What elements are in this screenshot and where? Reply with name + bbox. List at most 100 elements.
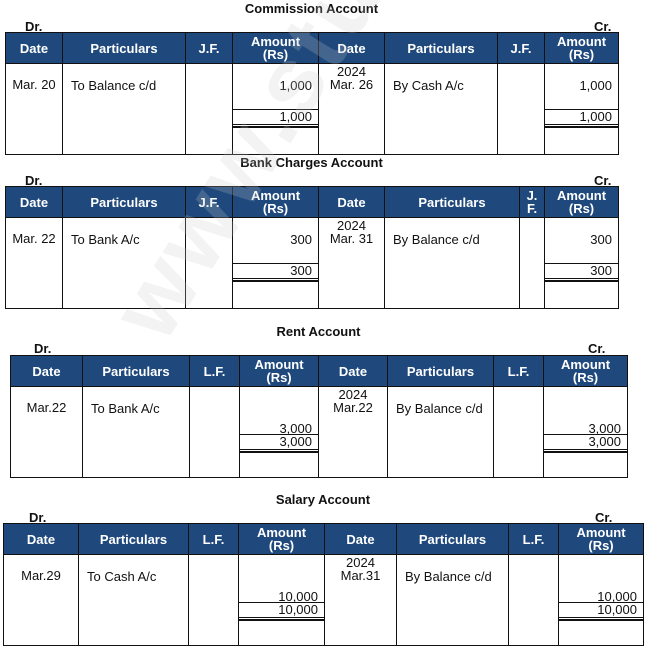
column-header: Date xyxy=(5,186,63,218)
credit-date-cell: 2024 Mar.31 xyxy=(324,554,397,646)
column-header: Particulars xyxy=(387,355,494,387)
debit-amount: 300 xyxy=(290,232,312,247)
entry-row: Mar. 22 To Bank A/c 300 300 2024 Mar. 31… xyxy=(5,217,619,309)
debit-date: Mar. 20 xyxy=(5,63,63,155)
debit-date: Mar.22 xyxy=(10,386,83,478)
column-header: Amount (Rs) xyxy=(238,523,325,555)
credit-particulars: By Balance c/d xyxy=(396,554,509,646)
credit-date-cell: 2024 Mar. 26 xyxy=(318,63,385,155)
column-header: L.F. xyxy=(493,355,544,387)
debit-date: Mar. 22 xyxy=(5,217,63,309)
column-header: Date xyxy=(5,32,63,64)
column-header: Date xyxy=(10,355,83,387)
column-header: Date xyxy=(318,186,385,218)
total-underline xyxy=(240,452,318,453)
credit-total: 3,000 xyxy=(544,434,627,452)
debit-folio xyxy=(188,554,239,646)
credit-date: Mar. 26 xyxy=(329,77,374,92)
column-header: Amount (Rs) xyxy=(232,186,319,218)
debit-amount-cell: 3,000 3,000 xyxy=(239,386,319,478)
credit-amount-cell: 300 300 xyxy=(544,217,619,309)
credit-date-cell: 2024 Mar. 31 xyxy=(318,217,385,309)
total-underline xyxy=(559,620,643,621)
header-row: Date Particulars J.F. Amount (Rs) Date Particu… xyxy=(5,32,619,64)
debit-amount-cell: 1,000 1,000 xyxy=(232,63,319,155)
column-header: Particulars xyxy=(78,523,189,555)
total-underline xyxy=(239,620,324,621)
column-header: L.F. xyxy=(189,355,240,387)
credit-label: Cr. xyxy=(588,341,606,356)
debit-total: 10,000 xyxy=(239,602,324,620)
credit-amount-cell: 1,000 1,000 xyxy=(544,63,619,155)
credit-date: Mar.22 xyxy=(333,400,373,415)
header-row: Date Particulars L.F. Amount (Rs) Date Particu… xyxy=(10,355,628,387)
column-header: Particulars xyxy=(62,186,186,218)
column-header: Particulars xyxy=(396,523,509,555)
account-title: Bank Charges Account xyxy=(240,155,383,170)
column-header: Amount (Rs) xyxy=(232,32,319,64)
debit-total: 300 xyxy=(233,263,318,281)
credit-amount: 1,000 xyxy=(579,78,612,93)
column-header: Date xyxy=(318,355,388,387)
credit-amount-cell: 10,000 10,000 xyxy=(558,554,644,646)
debit-particulars: To Bank A/c xyxy=(82,386,190,478)
debit-date: Mar.29 xyxy=(3,554,79,646)
credit-folio xyxy=(493,386,544,478)
debit-amount-cell: 10,000 10,000 xyxy=(238,554,325,646)
column-header: Particulars xyxy=(384,32,498,64)
credit-total: 1,000 xyxy=(545,109,618,127)
entry-row: Mar. 20 To Balance c/d 1,000 1,000 2024 … xyxy=(5,63,619,155)
column-header: J.F. xyxy=(185,32,233,64)
column-header: Amount (Rs) xyxy=(239,355,319,387)
column-header: Amount (Rs) xyxy=(544,186,619,218)
account-title: Commission Account xyxy=(244,1,379,16)
column-header: L.F. xyxy=(188,523,239,555)
debit-folio xyxy=(185,217,233,309)
column-header: Particulars xyxy=(384,186,520,218)
debit-folio xyxy=(189,386,240,478)
credit-amount: 300 xyxy=(590,232,612,247)
total-underline xyxy=(545,127,618,128)
debit-total: 3,000 xyxy=(240,434,318,452)
credit-amount-cell: 3,000 3,000 xyxy=(543,386,628,478)
credit-particulars: By Cash A/c xyxy=(384,63,498,155)
total-underline xyxy=(545,281,618,282)
column-header: Amount (Rs) xyxy=(543,355,628,387)
header-row: Date Particulars J.F. Amount (Rs) Date Particu… xyxy=(5,186,619,218)
credit-folio xyxy=(497,63,545,155)
credit-particulars: By Balance c/d xyxy=(384,217,520,309)
entry-row: Mar.29 To Cash A/c 10,000 10,000 2024 Ma… xyxy=(3,554,644,646)
column-header: J.F. xyxy=(497,32,545,64)
column-header: Amount (Rs) xyxy=(558,523,644,555)
total-underline xyxy=(233,281,318,282)
ledger-table: Date Particulars L.F. Amount (Rs) Date Particu… xyxy=(3,523,644,646)
column-header: Particulars xyxy=(62,32,186,64)
account-title: Salary Account xyxy=(275,492,371,507)
column-header: Date xyxy=(318,32,385,64)
credit-particulars: By Balance c/d xyxy=(387,386,494,478)
debit-label: Dr. xyxy=(34,341,52,356)
credit-total: 10,000 xyxy=(559,602,643,620)
ledger-table: Date Particulars J.F. Amount (Rs) Date Particu… xyxy=(5,32,619,155)
ledger-table: Date Particulars J.F. Amount (Rs) Date Particu… xyxy=(5,186,619,309)
column-header: Amount (Rs) xyxy=(544,32,619,64)
credit-date: Mar. 31 xyxy=(329,231,374,246)
debit-particulars: To Balance c/d xyxy=(62,63,186,155)
debit-particulars: To Bank A/c xyxy=(62,217,186,309)
column-header: Particulars xyxy=(82,355,190,387)
column-header: Date xyxy=(324,523,397,555)
total-underline xyxy=(233,127,318,128)
debit-total: 1,000 xyxy=(233,109,318,127)
credit-total: 300 xyxy=(545,263,618,281)
column-header: L.F. xyxy=(508,523,559,555)
total-underline xyxy=(544,452,627,453)
debit-folio xyxy=(185,63,233,155)
entry-row: Mar.22 To Bank A/c 3,000 3,000 2024 Mar.… xyxy=(10,386,628,478)
header-row: Date Particulars L.F. Amount (Rs) Date Particu… xyxy=(3,523,644,555)
column-header: Date xyxy=(3,523,79,555)
debit-amount-cell: 300 300 xyxy=(232,217,319,309)
column-header: J.F. xyxy=(519,186,545,218)
column-header: J.F. xyxy=(185,186,233,218)
ledger-table: Date Particulars L.F. Amount (Rs) Date Particu… xyxy=(10,355,628,478)
debit-particulars: To Cash A/c xyxy=(78,554,189,646)
